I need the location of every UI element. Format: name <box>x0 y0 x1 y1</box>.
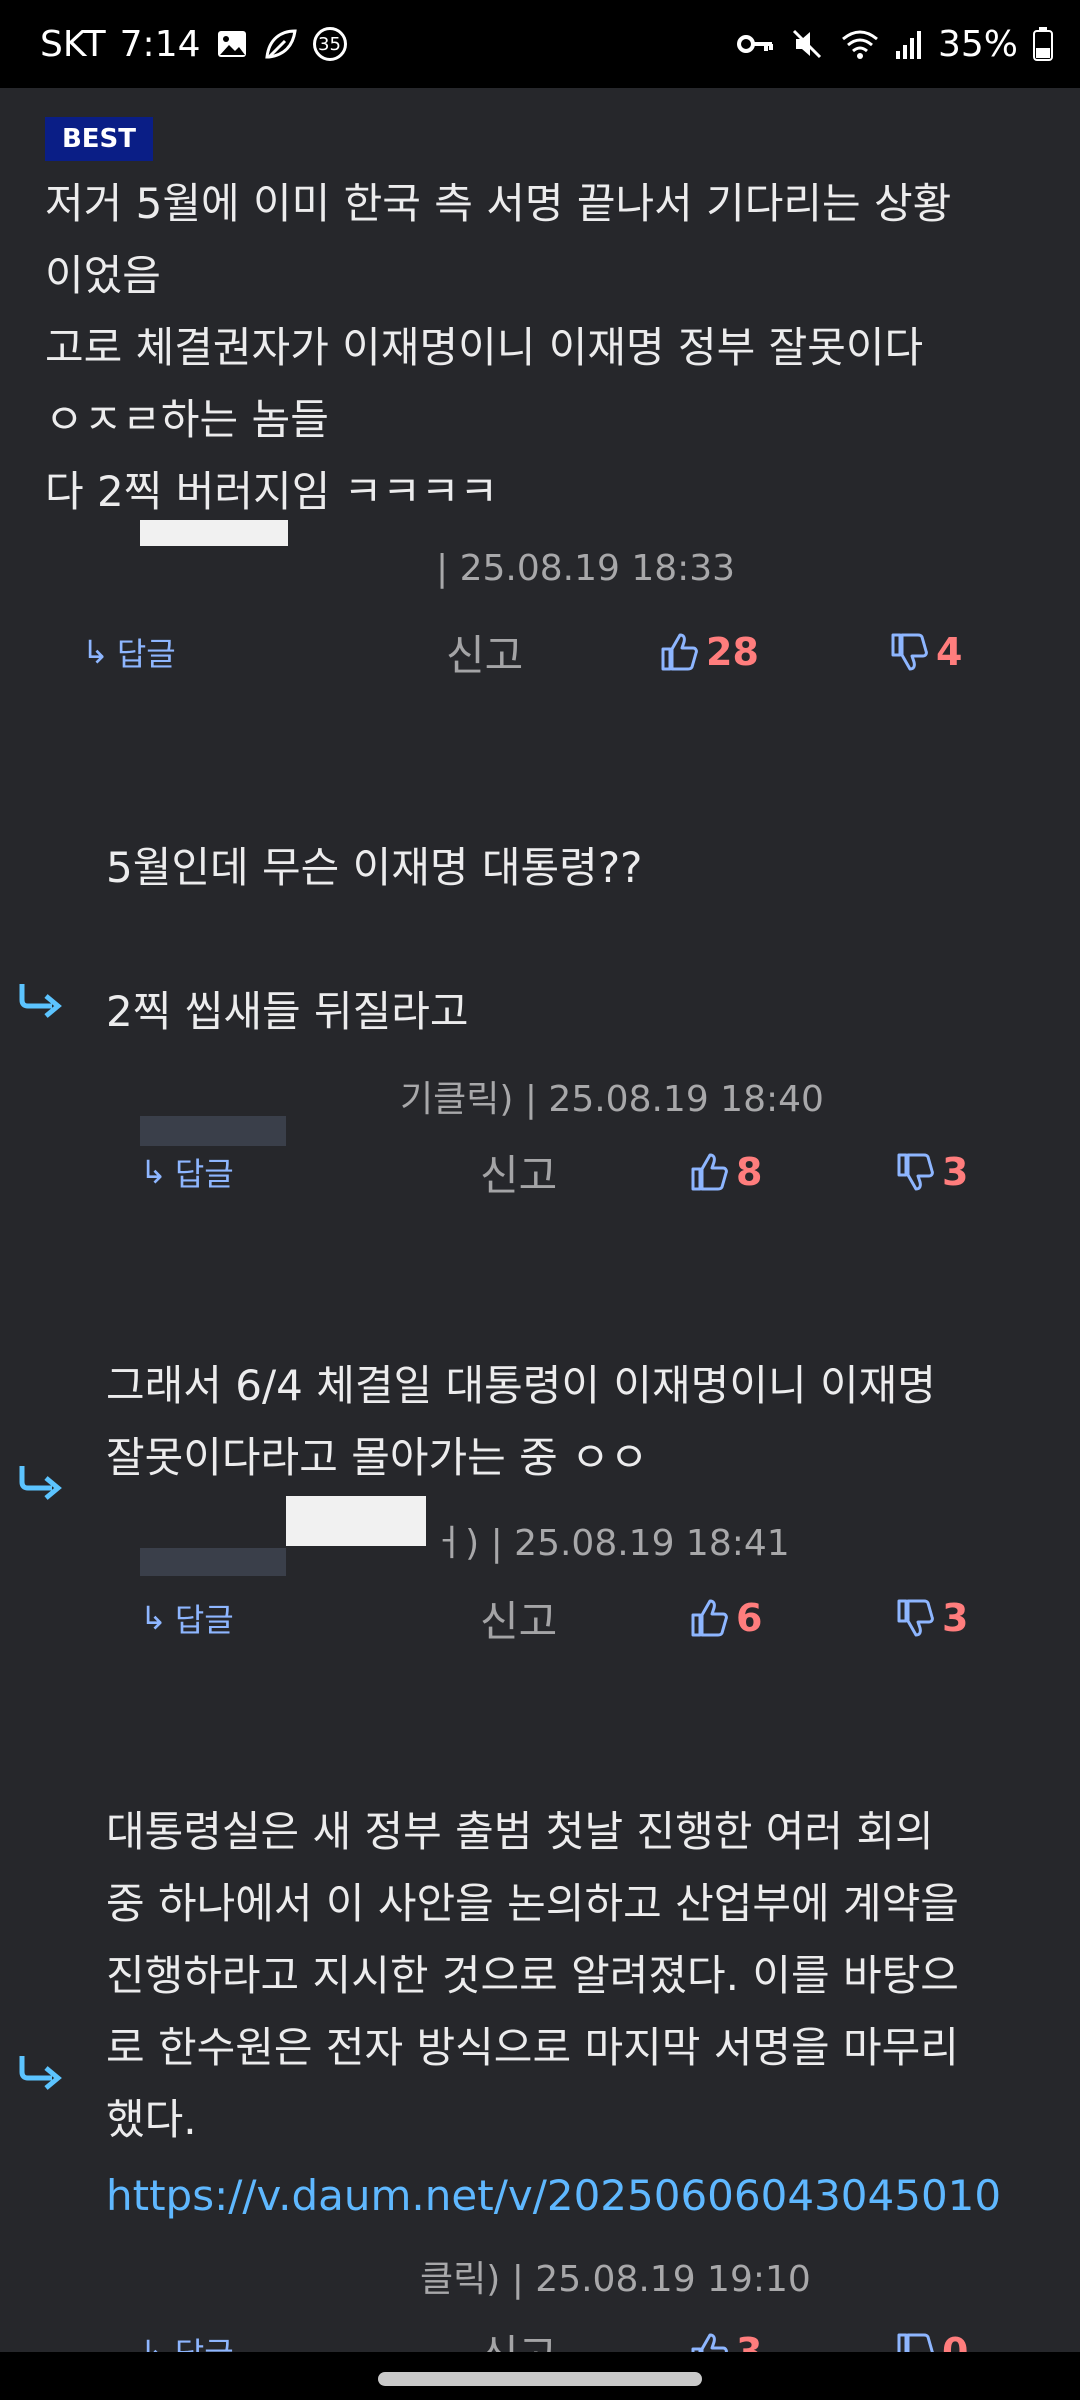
key-icon <box>736 29 776 59</box>
redacted-author <box>286 1496 426 1546</box>
battery-percent: 35% <box>937 23 1018 65</box>
reply-arrow-icon: ↳ <box>140 1153 167 1191</box>
article-link[interactable]: https://v.daum.net/v/20250606043045010 <box>106 2160 1066 2232</box>
comment-actions: ↳ 답글 신고 28 4 <box>0 622 1080 682</box>
comment-actions: ↳ 답글 신고 8 3 <box>0 1142 1080 1202</box>
reply-arrow-icon: ↳ <box>82 633 109 671</box>
like-button[interactable]: 8 <box>690 1142 762 1202</box>
comment-meta: | 25.08.19 18:33 <box>436 548 736 589</box>
redacted-author <box>140 520 288 546</box>
dislike-button[interactable]: 4 <box>890 622 962 682</box>
dislike-button[interactable]: 3 <box>896 1588 968 1648</box>
like-count: 6 <box>736 1596 763 1640</box>
wifi-icon <box>840 27 880 61</box>
report-button[interactable]: 신고 <box>480 1588 557 1648</box>
home-gesture-handle[interactable] <box>378 2372 702 2386</box>
thumbs-up-icon <box>661 633 698 671</box>
thumbs-up-icon <box>691 1599 728 1637</box>
reply-indent-arrow-icon <box>19 2056 62 2090</box>
comment-text: 5월인데 무슨 이재명 대통령?? 2찍 씹새들 뒤질라고 <box>106 843 643 1036</box>
comment-meta: 기클릭) | 25.08.19 18:40 <box>400 1079 824 1120</box>
status-bar: SKT 7:14 35 35% <box>0 0 1080 88</box>
reply-arrow-icon: ↳ <box>140 1599 167 1637</box>
image-icon <box>215 27 249 61</box>
comment-text: 저거 5월에 이미 한국 측 서명 끝나서 기다리는 상황 이었음 고로 체결권… <box>45 179 952 516</box>
comment-text: 그래서 6/4 체결일 대통령이 이재명이니 이재명 잘못이다라고 몰아가는 중… <box>106 1361 936 1482</box>
redacted-author-2 <box>140 1548 286 1576</box>
best-badge: BEST <box>45 117 153 161</box>
comment-text: 대통령실은 새 정부 출범 첫날 진행한 여러 회의 중 하나에서 이 사안을 … <box>106 1807 959 2144</box>
reply-button[interactable]: ↳ 답글 <box>140 1588 234 1648</box>
reply-label: 답글 <box>174 1601 234 1639</box>
report-button[interactable]: 신고 <box>480 1142 557 1202</box>
dislike-count: 3 <box>942 1150 969 1194</box>
like-count: 8 <box>736 1150 763 1194</box>
dislike-button[interactable]: 3 <box>896 1142 968 1202</box>
mute-icon <box>790 27 826 61</box>
comment-actions: ↳ 답글 신고 6 3 <box>0 1588 1080 1648</box>
notification-badge: 35 <box>312 27 347 61</box>
battery-icon <box>1032 26 1054 62</box>
comment-meta: 클릭) | 25.08.19 19:10 <box>420 2259 811 2300</box>
leaf-icon <box>263 27 299 61</box>
signal-icon <box>894 27 924 61</box>
thumbs-up-icon <box>691 1153 728 1191</box>
reply-button[interactable]: ↳ 답글 <box>82 622 176 682</box>
dislike-count: 4 <box>936 630 963 674</box>
reply-indent-arrow-icon <box>19 1466 62 1500</box>
reply-indent-arrow-icon <box>19 984 62 1018</box>
thumbs-down-icon <box>897 1599 934 1637</box>
thumbs-down-icon <box>891 633 928 671</box>
like-button[interactable]: 6 <box>690 1588 762 1648</box>
comment-meta: ㅓ) | 25.08.19 18:41 <box>432 1523 790 1564</box>
like-count: 28 <box>706 630 759 674</box>
carrier-label: SKT <box>40 23 106 65</box>
report-button[interactable]: 신고 <box>446 622 523 682</box>
thumbs-down-icon <box>897 1153 934 1191</box>
reply-label: 답글 <box>116 635 176 673</box>
dislike-count: 3 <box>942 1596 969 1640</box>
reply-label: 답글 <box>174 1155 234 1193</box>
clock: 7:14 <box>119 23 201 65</box>
like-button[interactable]: 28 <box>660 622 759 682</box>
reply-button[interactable]: ↳ 답글 <box>140 1142 234 1202</box>
